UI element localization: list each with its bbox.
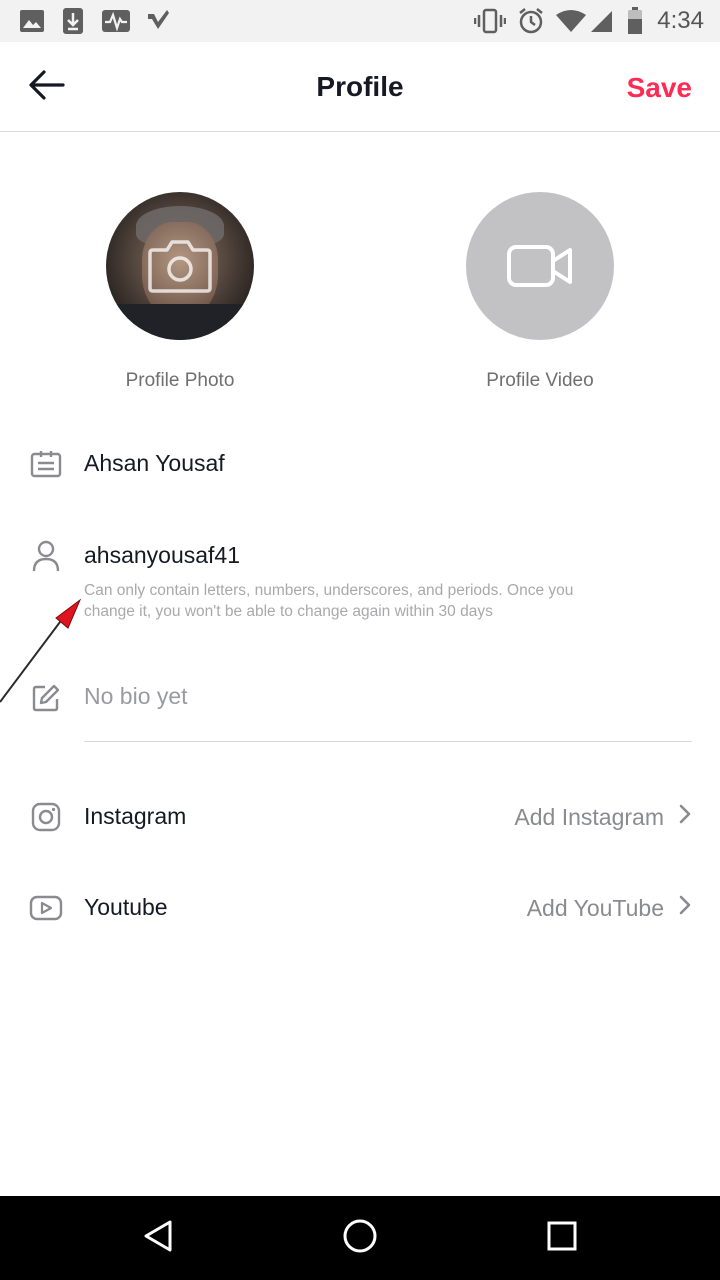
name-row[interactable]: Ahsan Yousaf — [0, 440, 720, 488]
signal-icon — [590, 0, 614, 42]
add-instagram-label: Add Instagram — [514, 803, 664, 830]
youtube-row[interactable]: Youtube Add YouTube — [0, 883, 720, 933]
download-icon — [60, 0, 86, 42]
profile-photo-section: Profile Photo — [70, 192, 290, 392]
recents-nav-icon — [547, 1221, 577, 1255]
name-field: Ahsan Yousaf — [84, 450, 225, 476]
profile-photo-button[interactable] — [106, 192, 254, 340]
profile-video-section: Profile Video — [430, 192, 650, 392]
profile-video-label: Profile Video — [486, 370, 594, 391]
battery-icon — [626, 0, 644, 42]
alarm-icon — [516, 0, 546, 42]
edit-icon — [28, 680, 64, 716]
instagram-icon — [28, 799, 64, 835]
youtube-label: Youtube — [84, 894, 168, 920]
back-nav-icon — [142, 1219, 174, 1257]
check-badge-icon — [144, 0, 172, 42]
vibrate-icon — [474, 0, 506, 42]
youtube-icon — [28, 890, 64, 926]
instagram-label: Instagram — [84, 803, 187, 829]
activity-icon — [100, 0, 132, 42]
chevron-right-icon — [678, 803, 692, 831]
add-youtube-button[interactable]: Add YouTube — [527, 894, 692, 922]
nav-recents-button[interactable] — [522, 1196, 602, 1280]
username-hint: Can only contain letters, numbers, under… — [84, 580, 674, 622]
username-hint-line-1: Can only contain letters, numbers, under… — [84, 582, 574, 599]
status-bar: 4:34 — [0, 0, 720, 42]
arrow-left-icon — [29, 70, 65, 104]
profile-photo-label: Profile Photo — [125, 370, 235, 391]
username-row[interactable]: ahsanyousaf41 — [0, 532, 720, 580]
home-nav-icon — [342, 1218, 378, 1258]
camera-icon — [106, 192, 254, 340]
id-card-icon — [28, 446, 64, 482]
page-title: Profile — [316, 71, 404, 102]
system-nav-bar — [0, 1196, 720, 1280]
username-hint-line-2: change it, you won't be able to change a… — [84, 603, 493, 620]
instagram-row[interactable]: Instagram Add Instagram — [0, 792, 720, 842]
nav-back-button[interactable] — [118, 1196, 198, 1280]
bio-row[interactable]: No bio yet — [0, 672, 720, 722]
profile-video-button[interactable] — [466, 192, 614, 340]
add-instagram-button[interactable]: Add Instagram — [514, 803, 692, 831]
username-field: ahsanyousaf41 — [84, 542, 241, 568]
clock-time: 4:34 — [657, 7, 704, 34]
video-camera-icon — [466, 192, 614, 340]
add-youtube-label: Add YouTube — [526, 894, 664, 921]
save-button[interactable]: Save — [627, 42, 692, 132]
chevron-right-icon — [678, 894, 692, 922]
user-icon — [28, 538, 64, 574]
image-icon — [18, 0, 46, 42]
bio-input: No bio yet — [84, 683, 188, 709]
bio-divider — [84, 741, 692, 742]
wifi-icon — [554, 0, 588, 42]
app-header: Profile Save — [0, 42, 720, 132]
back-button[interactable] — [22, 64, 72, 110]
nav-home-button[interactable] — [320, 1196, 400, 1280]
